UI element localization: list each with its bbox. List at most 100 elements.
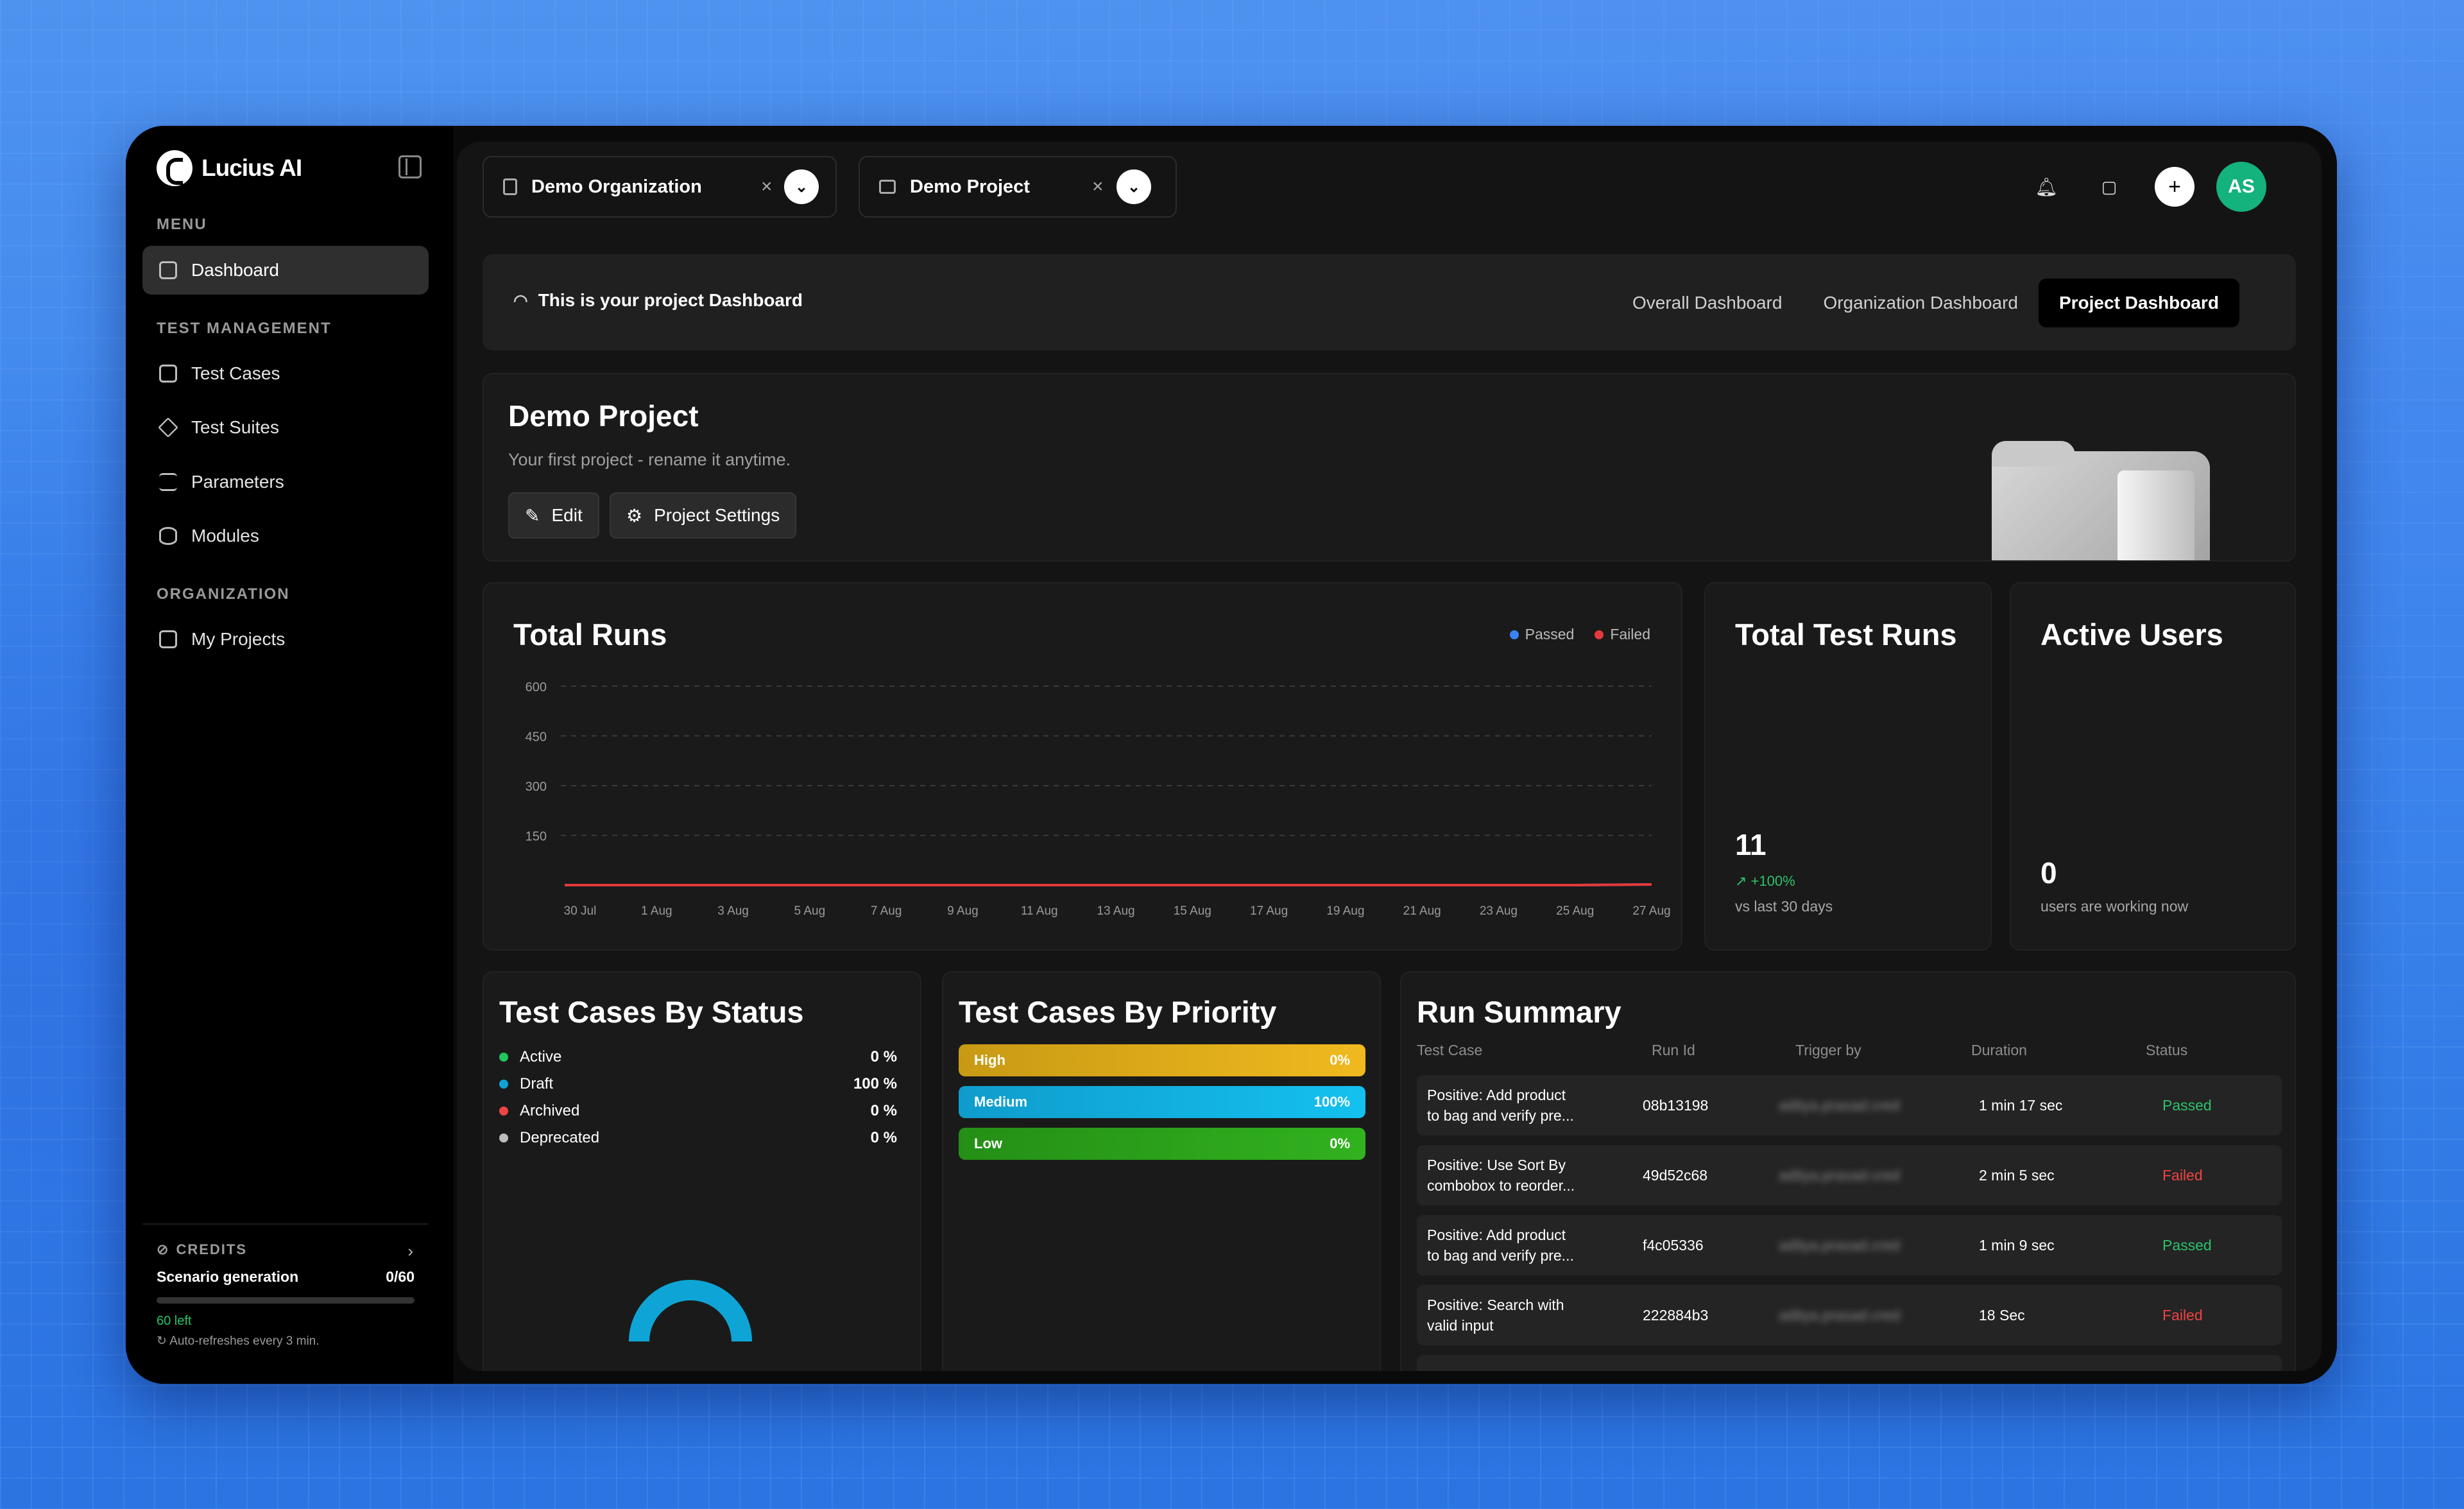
sidebar-item-label: Test Cases: [191, 363, 280, 383]
gear-icon: ⚙: [626, 505, 643, 526]
status-gauge: [629, 1280, 752, 1341]
test-case-cell: Positive: Search with valid input: [1427, 1297, 1564, 1334]
table-row[interactable]: Positive: Use Sort By combobox to reorder…: [1417, 1145, 2282, 1205]
x-tick-label: 23 Aug: [1480, 904, 1518, 918]
test-case-cell: Positive: Add product to bag and verify p…: [1427, 1227, 1574, 1264]
x-tick-label: 25 Aug: [1556, 904, 1594, 918]
duration-cell: 18 Sec: [1979, 1306, 2025, 1324]
credits-left: 60 left: [157, 1314, 192, 1328]
brand-logo[interactable]: Lucius AI: [157, 150, 302, 186]
total-test-runs-card: Total Test Runs 11 ↗ +100% vs last 30 da…: [1704, 582, 1992, 951]
sidebar-item-test-suites[interactable]: Test Suites: [142, 403, 429, 452]
column-header: Run Id: [1652, 1042, 1695, 1058]
priority-bar-high[interactable]: High 0%: [959, 1044, 1365, 1076]
priority-bar-medium[interactable]: Medium 100%: [959, 1086, 1365, 1118]
project-subtitle: Your first project - rename it anytime.: [508, 450, 791, 469]
project-title: Demo Project: [508, 399, 699, 433]
test-case-cell: Positive: Add product to bag and verify p…: [1427, 1087, 1574, 1124]
x-tick-label: 5 Aug: [794, 904, 826, 918]
chevron-right-icon[interactable]: ›: [407, 1241, 413, 1261]
run-summary-title: Run Summary: [1417, 995, 1621, 1029]
sidebar-item-test-cases[interactable]: Test Cases: [142, 349, 429, 398]
main-content: Demo Organization × ⌄ Demo Project × ⌄ +…: [457, 142, 2322, 1371]
clear-organization-icon[interactable]: ×: [761, 176, 773, 198]
gauge-arc-draft: [629, 1280, 752, 1341]
credits-panel[interactable]: ⊘ CREDITS › Scenario generation 0/60 60 l…: [142, 1223, 429, 1371]
table-row[interactable]: Positive: Add product to bag and verify p…: [1417, 1075, 2282, 1135]
total-test-runs-title: Total Test Runs: [1735, 617, 1957, 651]
building-icon: [503, 178, 517, 195]
duration-cell: 1 min 9 sec: [1979, 1236, 2055, 1254]
run-id-cell: 49d52c68: [1643, 1166, 1708, 1184]
priority-value: 0%: [1330, 1135, 1350, 1151]
x-tick-label: 21 Aug: [1403, 904, 1441, 918]
dashboard-tabs: Overall Dashboard Organization Dashboard…: [1612, 279, 2239, 327]
status-cell: Passed: [2162, 1236, 2212, 1254]
active-users-caption: users are working now: [2041, 898, 2189, 915]
project-selector[interactable]: Demo Project × ⌄: [859, 156, 1177, 218]
tab-overall-dashboard[interactable]: Overall Dashboard: [1612, 279, 1802, 327]
feedback-icon[interactable]: ▢: [2089, 167, 2129, 207]
status-card: Test Cases By Status Active 0 % Draft 100 …: [483, 971, 921, 1371]
project-settings-label: Project Settings: [654, 505, 780, 525]
project-settings-button[interactable]: ⚙ Project Settings: [610, 492, 797, 539]
layers-icon: [158, 417, 178, 438]
credits-value: 0/60: [386, 1268, 415, 1285]
credits-refresh-text: Auto-refreshes every 3 min.: [169, 1334, 320, 1348]
sidebar-item-label: My Projects: [191, 629, 286, 649]
status-cell: Passed: [2162, 1096, 2212, 1114]
add-button[interactable]: +: [2155, 167, 2194, 207]
x-tick-label: 9 Aug: [947, 904, 979, 918]
database-icon: [159, 527, 177, 545]
duration-cell: 1 min 17 sec: [1979, 1096, 2063, 1114]
run-summary-card: Run Summary Test Case Run Id Trigger by …: [1400, 971, 2296, 1371]
organization-name: Demo Organization: [531, 176, 702, 197]
run-id-cell: f4c05336: [1643, 1236, 1704, 1254]
sliders-icon: [159, 473, 177, 491]
priority-label: Low: [974, 1135, 1002, 1151]
chevron-down-icon[interactable]: ⌄: [1116, 169, 1151, 204]
priority-bar-low[interactable]: Low 0%: [959, 1128, 1365, 1160]
pencil-icon: ✎: [525, 505, 540, 526]
total-test-runs-value: 11: [1735, 828, 1767, 861]
dashboard-banner: ◠ This is your project Dashboard Overall…: [483, 254, 2296, 350]
brand-name: Lucius AI: [201, 155, 302, 181]
logo-icon: [157, 150, 193, 186]
delta-value: +100%: [1750, 873, 1795, 889]
priority-label: Medium: [974, 1094, 1028, 1110]
x-tick-label: 1 Aug: [641, 904, 672, 918]
chevron-down-icon[interactable]: ⌄: [784, 169, 819, 204]
tab-project-dashboard[interactable]: Project Dashboard: [2038, 279, 2239, 327]
avatar[interactable]: AS: [2216, 162, 2266, 212]
sidebar-item-label: Dashboard: [191, 260, 279, 280]
sidebar-item-dashboard[interactable]: Dashboard: [142, 246, 429, 295]
y-tick-label: 600: [526, 680, 547, 694]
sidebar-item-modules[interactable]: Modules: [142, 512, 429, 560]
table-row[interactable]: Positive: Search with valid input 222884b…: [1417, 1285, 2282, 1345]
sidebar-collapse-icon[interactable]: [398, 155, 422, 178]
organization-selector[interactable]: Demo Organization × ⌄: [483, 156, 837, 218]
table-row[interactable]: [1417, 1355, 2282, 1371]
table-row[interactable]: Positive: Add product to bag and verify p…: [1417, 1215, 2282, 1275]
section-test-management: TEST MANAGEMENT: [157, 320, 332, 337]
priority-title: Test Cases By Priority: [959, 995, 1277, 1029]
sidebar-item-parameters[interactable]: Parameters: [142, 458, 429, 506]
tab-organization-dashboard[interactable]: Organization Dashboard: [1802, 279, 2039, 327]
trigger-cell: aditya.prasad.cred: [1779, 1306, 1901, 1324]
total-test-runs-delta: ↗ +100%: [1735, 873, 1795, 889]
trigger-cell: aditya.prasad.cred: [1779, 1096, 1901, 1114]
test-case-cell: Positive: Use Sort By combobox to reorder…: [1427, 1157, 1575, 1194]
column-header: Duration: [1971, 1042, 2027, 1058]
run-id-cell: 222884b3: [1643, 1306, 1709, 1324]
column-header: Trigger by: [1795, 1042, 1861, 1058]
clear-project-icon[interactable]: ×: [1092, 176, 1104, 198]
x-tick-label: 11 Aug: [1021, 904, 1058, 918]
trigger-cell: aditya.prasad.cred: [1779, 1236, 1901, 1254]
edit-button[interactable]: ✎ Edit: [508, 492, 599, 539]
priority-value: 0%: [1330, 1052, 1350, 1068]
run-id-cell: 08b13198: [1643, 1096, 1709, 1114]
bell-icon[interactable]: 🔔︎: [2026, 167, 2066, 207]
priority-label: High: [974, 1052, 1005, 1068]
sidebar-item-my-projects[interactable]: My Projects: [142, 615, 429, 664]
y-tick-label: 450: [526, 730, 547, 745]
